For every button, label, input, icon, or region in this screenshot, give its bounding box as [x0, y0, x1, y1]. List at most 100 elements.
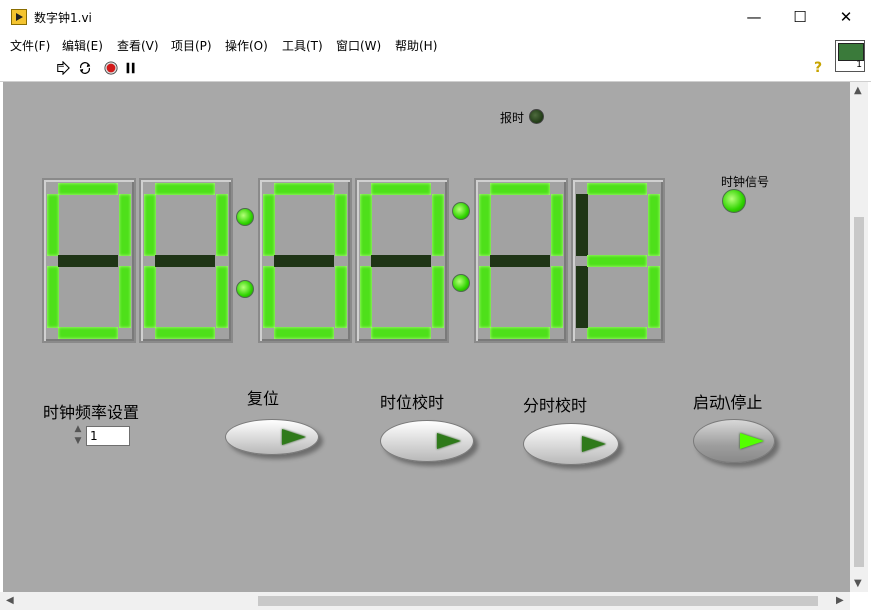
run-continuously-icon[interactable] — [78, 61, 92, 75]
segment-c — [648, 266, 660, 328]
menu-tools[interactable]: 工具(T) — [282, 37, 323, 54]
scroll-up-icon[interactable]: ▲ — [854, 85, 862, 96]
segment-d — [58, 327, 118, 339]
segment-a — [490, 183, 550, 195]
horizontal-scroll-thumb[interactable] — [258, 596, 818, 606]
pause-icon[interactable] — [124, 61, 138, 75]
segment-b — [648, 194, 660, 256]
start-stop-label: 启动\停止 — [693, 393, 763, 412]
alarm-label: 报时 — [500, 111, 525, 125]
segment-b — [216, 194, 228, 256]
segment-e — [360, 266, 372, 328]
segment-a — [155, 183, 215, 195]
digit-second-tens — [474, 178, 568, 343]
segment-g — [274, 255, 334, 267]
segment-a — [58, 183, 118, 195]
segment-e — [576, 266, 588, 328]
maximize-button[interactable]: ☐ — [777, 0, 823, 34]
reset-button[interactable] — [225, 419, 319, 455]
minimize-button[interactable]: — — [731, 0, 777, 34]
segment-c — [335, 266, 347, 328]
freq-setting-label: 时钟频率设置 — [43, 403, 140, 422]
close-button[interactable]: ✕ — [823, 0, 869, 34]
reset-label: 复位 — [247, 389, 280, 408]
segment-d — [490, 327, 550, 339]
segment-c — [216, 266, 228, 328]
segment-b — [119, 194, 131, 256]
segment-a — [587, 183, 647, 195]
menu-file[interactable]: 文件(F) — [10, 37, 50, 54]
freq-spinner[interactable]: ▲ ▼ — [73, 423, 83, 449]
digit-minute-ones — [355, 178, 449, 343]
segment-b — [551, 194, 563, 256]
alarm-led — [529, 109, 544, 124]
segment-b — [335, 194, 347, 256]
scroll-left-icon[interactable]: ◀ — [6, 595, 14, 606]
play-triangle-icon — [282, 429, 306, 445]
toolbar — [0, 56, 871, 82]
segment-f — [144, 194, 156, 256]
segment-e — [263, 266, 275, 328]
vi-icon-graphic — [838, 43, 864, 61]
menu-edit[interactable]: 编辑(E) — [62, 37, 103, 54]
segment-f — [263, 194, 275, 256]
clock-signal-label: 时钟信号 — [721, 175, 770, 189]
menu-bar: 文件(F) 编辑(E) 查看(V) 项目(P) 操作(O) 工具(T) 窗口(W… — [0, 34, 871, 56]
segment-e — [47, 266, 59, 328]
segment-d — [371, 327, 431, 339]
digit-second-ones — [571, 178, 665, 343]
segment-c — [119, 266, 131, 328]
colon-dot-upper-1 — [236, 208, 254, 226]
menu-help[interactable]: 帮助(H) — [395, 37, 437, 54]
freq-setting-input[interactable]: 1 — [86, 426, 130, 446]
segment-a — [371, 183, 431, 195]
play-triangle-icon — [740, 433, 764, 449]
colon-dot-lower-2 — [452, 274, 470, 292]
segment-f — [479, 194, 491, 256]
segment-c — [551, 266, 563, 328]
start-stop-button[interactable] — [693, 419, 775, 463]
segment-g — [155, 255, 215, 267]
menu-operate[interactable]: 操作(O) — [225, 37, 268, 54]
context-help-icon[interactable]: ? — [814, 60, 822, 76]
segment-c — [432, 266, 444, 328]
hour-adjust-label: 时位校时 — [380, 393, 445, 412]
segment-g — [490, 255, 550, 267]
segment-f — [47, 194, 59, 256]
menu-project[interactable]: 项目(P) — [171, 37, 212, 54]
digit-hour-tens — [42, 178, 136, 343]
segment-d — [274, 327, 334, 339]
window-title: 数字钟1.vi — [34, 11, 92, 25]
run-arrow-icon[interactable] — [56, 61, 70, 75]
segment-b — [432, 194, 444, 256]
minute-adjust-button[interactable] — [523, 423, 619, 465]
digit-minute-tens — [258, 178, 352, 343]
menu-window[interactable]: 窗口(W) — [336, 37, 381, 54]
horizontal-scrollbar[interactable]: ◀ ▶ — [0, 592, 850, 610]
vertical-scrollbar[interactable]: ▲ ▼ — [850, 82, 868, 592]
clock-signal-led — [722, 189, 746, 213]
segment-g — [58, 255, 118, 267]
title-bar: 数字钟1.vi — ☐ ✕ — [0, 0, 871, 34]
menu-view[interactable]: 查看(V) — [117, 37, 159, 54]
colon-dot-upper-2 — [452, 202, 470, 220]
hour-adjust-button[interactable] — [380, 420, 474, 462]
segment-e — [144, 266, 156, 328]
play-triangle-icon — [437, 433, 461, 449]
segment-e — [479, 266, 491, 328]
segment-d — [587, 327, 647, 339]
segment-g — [587, 255, 647, 267]
front-panel: 报时 时钟信号 时钟频率设置 ▲ ▼ 1 复位 时位校时 分时校时 启动\停止 — [3, 82, 850, 592]
play-triangle-icon — [582, 436, 606, 452]
segment-f — [576, 194, 588, 256]
abort-execution-icon[interactable] — [104, 61, 118, 75]
vi-icon-number: 1 — [856, 60, 862, 70]
scroll-right-icon[interactable]: ▶ — [836, 595, 844, 606]
labview-vi-icon — [11, 9, 27, 25]
colon-dot-lower-1 — [236, 280, 254, 298]
segment-d — [155, 327, 215, 339]
vertical-scroll-thumb[interactable] — [854, 217, 864, 567]
scroll-down-icon[interactable]: ▼ — [854, 578, 862, 589]
segment-g — [371, 255, 431, 267]
vi-connector-icon[interactable]: 1 — [835, 40, 865, 72]
